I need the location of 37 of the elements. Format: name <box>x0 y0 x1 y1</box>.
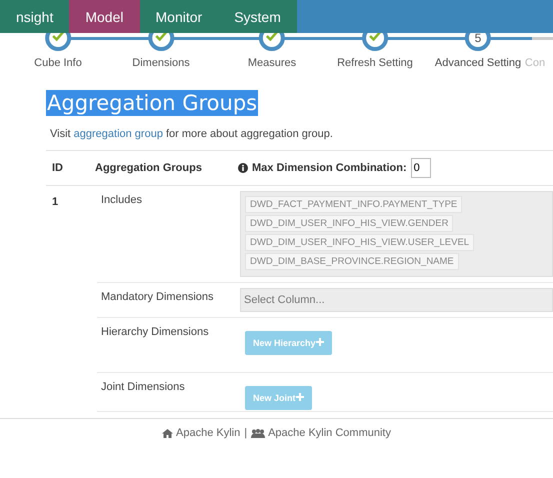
field-label: Hierarchy Dimensions <box>100 325 210 340</box>
includes-field[interactable]: DWD_FACT_PAYMENT_INFO.PAYMENT_TYPE DWD_DIM_USER_INFO_HIS_VIEW.GENDER DWD_DIM_USER_INFO_HIS_VIEW.USER_LEVEL DWD_DIM_BASE_PROVINCE.REGION_NAME <box>240 191 553 277</box>
column-header: ID <box>51 162 64 174</box>
step-number[interactable]: 5 <box>465 33 491 51</box>
column-header: Aggregation Groups <box>95 162 203 174</box>
field-label: Includes <box>100 193 143 208</box>
step-label: Advanced Setting <box>434 57 522 69</box>
field-label: Joint Dimensions <box>100 380 186 395</box>
dimension-tag[interactable]: DWD_DIM_USER_INFO_HIS_VIEW.GENDER <box>245 215 454 232</box>
step-label: Cube Info <box>34 57 82 69</box>
max-dimension-input[interactable]: 0 <box>410 158 431 178</box>
home-icon <box>162 428 174 438</box>
apache-kylin-link[interactable]: Apache Kylin <box>162 427 240 439</box>
separator: | <box>244 427 248 439</box>
dimension-tag[interactable]: DWD_DIM_BASE_PROVINCE.REGION_NAME <box>245 253 459 270</box>
field-label: Mandatory Dimensions <box>100 290 214 305</box>
intro-text: Visit aggregation group for more about aggregation group. <box>50 128 334 140</box>
dimension-tag[interactable]: DWD_FACT_PAYMENT_INFO.PAYMENT_TYPE <box>245 196 462 213</box>
dimension-tag[interactable]: DWD_DIM_USER_INFO_HIS_VIEW.USER_LEVEL <box>245 234 474 251</box>
users-icon <box>251 428 266 438</box>
plus-icon <box>316 338 324 346</box>
step-label: Dimensions <box>132 57 190 69</box>
aggregation-group-link[interactable]: aggregation group <box>74 128 163 140</box>
community-link[interactable]: Apache Kylin Community <box>251 427 391 439</box>
step-label: Refresh Setting <box>337 57 413 69</box>
nav-tab[interactable]: Monitor <box>140 0 218 33</box>
select-column-field[interactable]: Select Column... <box>240 288 553 312</box>
info-icon <box>238 163 248 173</box>
plus-icon <box>296 393 304 401</box>
row-id: 1 <box>51 195 60 210</box>
step-label: Con <box>524 57 546 69</box>
max-dimension-label: Max Dimension Combination: <box>252 162 407 174</box>
nav-tab[interactable]: Model <box>69 0 140 33</box>
nav-tab[interactable]: System <box>218 0 297 33</box>
nav-tab[interactable]: nsight <box>0 0 70 33</box>
section-title: Aggregation Groups <box>46 90 258 116</box>
step-label: Measures <box>248 57 296 69</box>
